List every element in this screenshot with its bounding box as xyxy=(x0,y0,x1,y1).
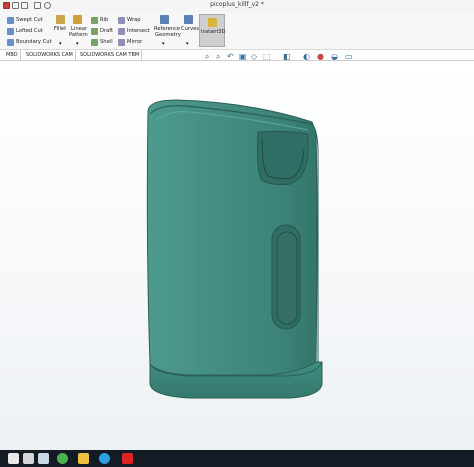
edit-appearance-icon[interactable]: ● xyxy=(317,52,324,62)
curves-button[interactable]: Curves xyxy=(181,26,199,32)
windows-taskbar xyxy=(0,450,474,467)
display-style-icon[interactable]: ◧ xyxy=(283,52,291,62)
hide-show-items-icon[interactable]: ◐ xyxy=(303,52,310,62)
tab-solidworks-cam-tbm[interactable]: SOLIDWORKS CAM TBM xyxy=(78,50,143,60)
section-view-icon[interactable]: ▣ xyxy=(239,52,247,62)
lofted-cut-icon xyxy=(7,28,14,35)
apply-scene-icon[interactable]: ◒ xyxy=(331,52,338,62)
zoom-to-fit-icon[interactable]: ⌕ xyxy=(205,52,209,62)
previous-view-icon[interactable]: ↶ xyxy=(227,52,234,62)
swept-cut-icon xyxy=(7,17,14,24)
boundary-cut-button[interactable]: Boundary Cut xyxy=(16,39,52,45)
linear-pattern-icon xyxy=(73,15,82,24)
app-icon[interactable] xyxy=(23,453,34,464)
curves-dropdown-icon[interactable]: ▾ xyxy=(186,41,189,47)
mirror-button[interactable]: Mirror xyxy=(127,39,142,45)
wrap-button[interactable]: Wrap xyxy=(127,17,141,23)
linear-pattern-button-line2[interactable]: Pattern xyxy=(69,32,88,38)
telegram-icon[interactable] xyxy=(99,453,110,464)
wrap-icon xyxy=(118,17,125,24)
dynamic-annotation-icon[interactable]: ◇ xyxy=(251,52,257,62)
window-title: picoplus_killf_v2 * xyxy=(210,1,264,8)
shell-button[interactable]: Shell xyxy=(100,39,113,45)
explorer-folder-icon[interactable] xyxy=(38,453,49,464)
graphics-area[interactable] xyxy=(0,62,474,450)
intersect-icon xyxy=(118,28,125,35)
fillet-button[interactable]: Fillet xyxy=(54,26,66,32)
rib-icon xyxy=(91,17,98,24)
zoom-to-area-icon[interactable]: ⌕ xyxy=(216,52,220,62)
fillet-dropdown-icon[interactable]: ▾ xyxy=(59,41,62,47)
reference-geometry-button-line2[interactable]: Geometry xyxy=(155,32,181,38)
intersect-button[interactable]: Intersect xyxy=(127,28,150,34)
chrome-icon[interactable] xyxy=(57,453,68,464)
linear-pattern-dropdown-icon[interactable]: ▾ xyxy=(76,41,79,47)
draft-icon xyxy=(91,28,98,35)
shell-icon xyxy=(91,39,98,46)
boundary-cut-icon xyxy=(7,39,14,46)
swept-cut-button[interactable]: Swept Cut xyxy=(16,17,43,23)
folder-icon[interactable] xyxy=(78,453,89,464)
mirror-icon xyxy=(118,39,125,46)
instant3d-button[interactable]: Instant3D xyxy=(199,14,225,47)
draft-button[interactable]: Draft xyxy=(100,28,113,34)
tab-mbd[interactable]: MBD xyxy=(4,50,21,60)
fillet-icon xyxy=(56,15,65,24)
reference-geometry-dropdown-icon[interactable]: ▾ xyxy=(162,41,165,47)
rib-button[interactable]: Rib xyxy=(100,17,108,23)
tab-solidworks-cam[interactable]: SOLIDWORKS CAM xyxy=(24,50,76,60)
lofted-cut-button[interactable]: Lofted Cut xyxy=(16,28,43,34)
solidworks-icon[interactable] xyxy=(122,453,133,464)
reference-geometry-icon xyxy=(160,15,169,24)
view-settings-icon[interactable]: ▭ xyxy=(345,52,353,62)
view-orientation-icon[interactable]: ⬚ xyxy=(263,52,271,62)
curves-icon xyxy=(184,15,193,24)
part-model xyxy=(146,99,323,399)
instant3d-icon xyxy=(208,18,217,27)
features-ribbon: Swept Cut Lofted Cut Boundary Cut Fillet… xyxy=(0,12,474,50)
file-explorer-icon[interactable] xyxy=(8,453,19,464)
instant3d-label: Instant3D xyxy=(201,29,226,35)
command-manager-tabs: MBD SOLIDWORKS CAM SOLIDWORKS CAM TBM xyxy=(0,50,474,61)
